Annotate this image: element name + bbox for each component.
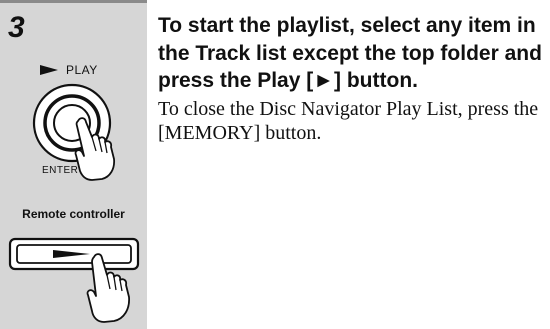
remote-controller-label: Remote controller — [22, 207, 125, 221]
play-label-text: PLAY — [66, 63, 98, 77]
play-arrow-icon — [40, 65, 58, 75]
instruction-block: To start the playlist, select any item i… — [158, 12, 543, 145]
step-number: 3 — [8, 11, 25, 44]
instruction-body: To close the Disc Navigator Play List, p… — [158, 97, 539, 144]
enter-label: ENTER — [42, 165, 79, 176]
step-sidebar: 3 PLAY ENTER Remote controller — [0, 0, 147, 329]
instruction-heading: To start the playlist, select any item i… — [158, 14, 542, 92]
play-label: PLAY — [40, 63, 98, 77]
remote-play-button-illustration — [8, 237, 140, 323]
